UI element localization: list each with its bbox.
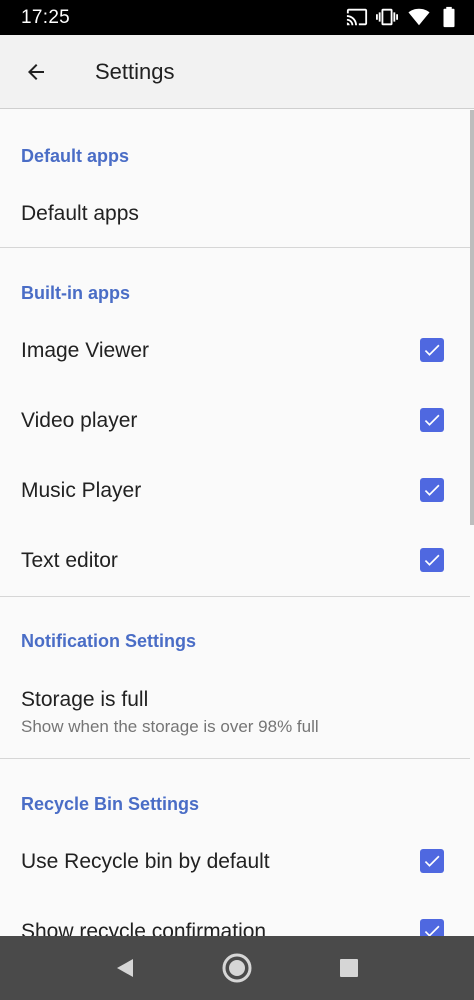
section-header-built-in-apps: Built-in apps [21,283,130,303]
nav-home-icon [222,953,252,983]
app-bar: Settings [0,35,474,109]
pref-title: Music Player [21,479,142,502]
pref-text-editor[interactable]: Text editor [0,525,474,595]
nav-back-button[interactable] [104,948,144,988]
pref-storage-is-full[interactable]: Storage is full Show when the storage is… [0,670,474,756]
status-bar: 17:25 [0,0,474,35]
checkbox-text-editor[interactable] [420,548,444,572]
check-icon [424,414,440,426]
checkbox-image-viewer[interactable] [420,338,444,362]
pref-video-player[interactable]: Video player [0,385,474,455]
back-button[interactable] [16,52,56,92]
system-nav-bar [0,936,474,1000]
page-title: Settings [95,59,175,84]
check-icon [424,855,440,867]
pref-image-viewer[interactable]: Image Viewer [0,315,474,385]
scrollbar[interactable] [470,110,474,525]
nav-home-button[interactable] [217,948,257,988]
section-header-notification-settings: Notification Settings [21,631,196,651]
status-icons [346,6,466,28]
wifi-icon [408,8,430,26]
pref-title: Image Viewer [21,339,150,362]
check-icon [424,344,440,356]
pref-use-recycle-bin[interactable]: Use Recycle bin by default [0,826,474,896]
divider [0,247,470,248]
check-icon [424,554,440,566]
check-icon [424,484,440,496]
pref-title: Video player [21,409,138,432]
nav-back-icon [117,959,133,977]
settings-list[interactable]: Default apps Default apps Built-in apps … [0,110,474,936]
battery-icon [443,6,455,28]
pref-default-apps[interactable]: Default apps [0,182,474,248]
section-header-default-apps: Default apps [21,146,130,166]
cast-icon [346,8,368,26]
nav-recents-button[interactable] [329,948,369,988]
arrow-back-icon [28,64,44,80]
section-header-recycle-bin-settings: Recycle Bin Settings [21,794,200,814]
pref-title: Text editor [21,549,118,572]
pref-summary: Show when the storage is over 98% full [21,717,319,736]
divider [0,596,470,597]
nav-recents-icon [340,959,358,977]
divider [0,758,470,759]
checkbox-video-player[interactable] [420,408,444,432]
checkbox-music-player[interactable] [420,478,444,502]
pref-title: Default apps [21,202,139,225]
checkbox-show-recycle-confirmation[interactable] [420,919,444,936]
vibrate-icon [376,8,398,26]
pref-title: Use Recycle bin by default [21,850,270,873]
pref-title: Show recycle confirmation [21,920,267,936]
check-icon [424,925,440,936]
status-time: 17:25 [21,7,71,28]
pref-title: Storage is full [21,688,149,711]
pref-music-player[interactable]: Music Player [0,455,474,525]
checkbox-use-recycle-bin[interactable] [420,849,444,873]
pref-show-recycle-confirmation[interactable]: Show recycle confirmation [0,896,474,936]
